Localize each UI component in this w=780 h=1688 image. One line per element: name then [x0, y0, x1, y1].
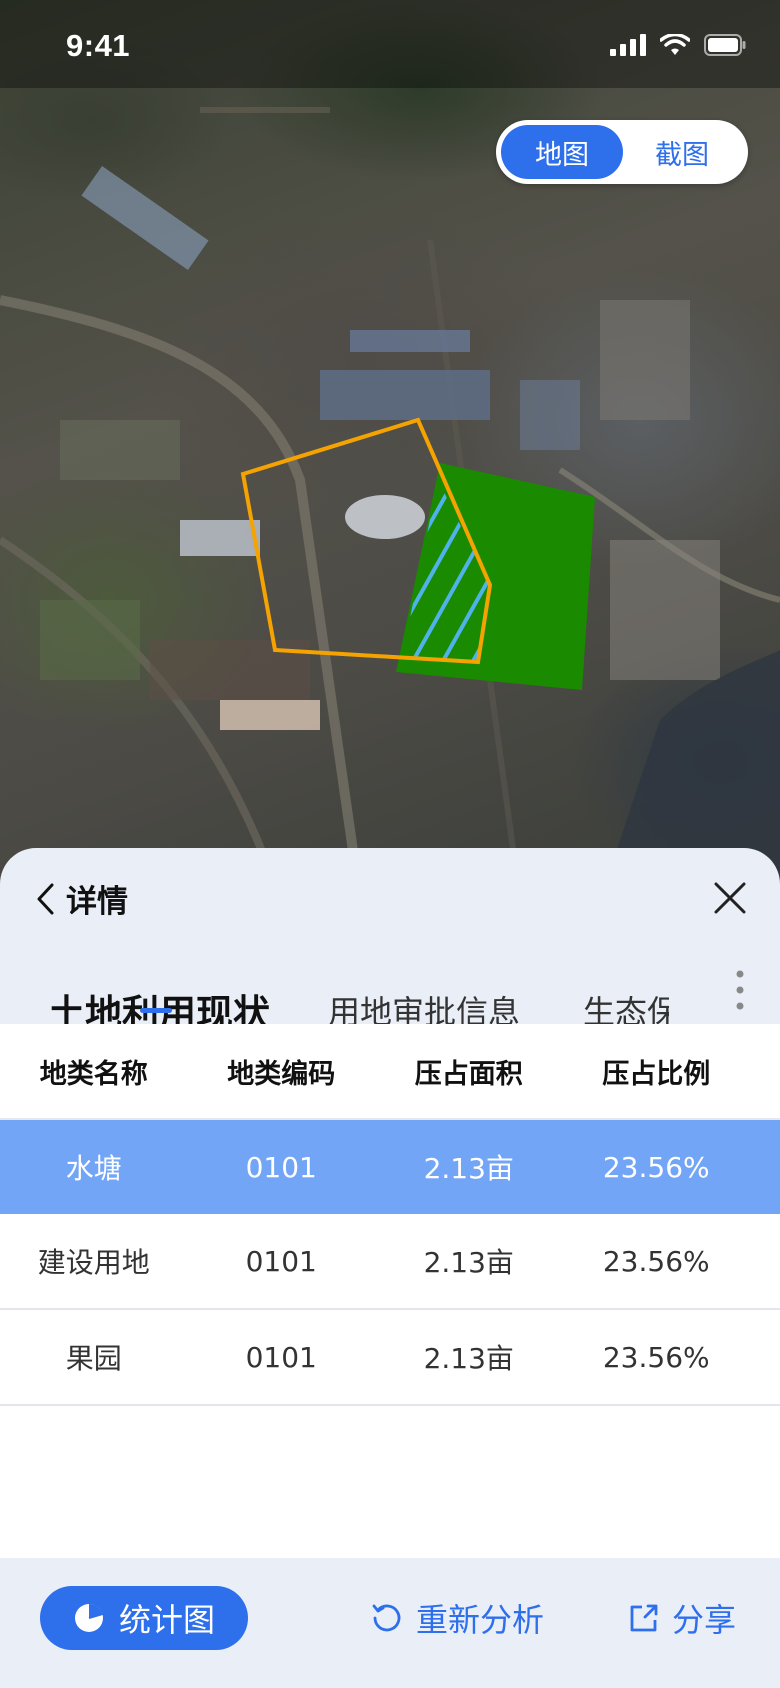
cell-occupied-ratio: 23.56%	[602, 1244, 710, 1278]
map-view-toggle: 地图 截图	[496, 120, 748, 184]
reanalyze-button[interactable]: 重新分析	[370, 1586, 544, 1650]
bottom-action-bar: 统计图 重新分析 分享	[0, 1558, 780, 1688]
table-empty-area	[0, 1408, 780, 1558]
cell-land-code: 0101	[245, 1244, 317, 1278]
cell-occupied-area: 2.13亩	[423, 1152, 514, 1185]
status-icons	[610, 34, 746, 56]
cell-land-type: 果园	[65, 1342, 122, 1375]
detail-sheet: 详情 土地利用现状 用地审批信息 生态保 地类名称 地类编码 压占面积 压占比例…	[0, 848, 780, 1688]
share-label: 分享	[672, 1601, 737, 1639]
statistics-chart-label: 统计图	[118, 1601, 215, 1639]
cell-occupied-ratio: 23.56%	[602, 1340, 710, 1374]
column-header: 压占面积	[414, 1058, 523, 1090]
table-header-row: 地类名称 地类编码 压占面积 压占比例	[0, 1024, 780, 1120]
status-bar: 9:41	[0, 0, 780, 88]
sheet-title: 详情	[66, 884, 128, 920]
cell-occupied-ratio: 23.56%	[602, 1150, 710, 1184]
satellite-map[interactable]: 9:41 地图 截图	[0, 0, 780, 900]
battery-icon	[704, 34, 746, 56]
status-time: 9:41	[66, 28, 131, 63]
cell-land-type: 水塘	[65, 1152, 122, 1185]
cell-land-code: 0101	[245, 1150, 317, 1184]
close-button[interactable]	[710, 878, 750, 918]
column-header: 地类名称	[39, 1058, 148, 1090]
column-header: 压占比例	[602, 1058, 711, 1090]
statistics-chart-button[interactable]: 统计图	[40, 1586, 248, 1650]
more-vertical-icon	[736, 970, 744, 1010]
column-header: 地类编码	[227, 1058, 336, 1090]
screenshot-toggle-button[interactable]: 截图	[621, 125, 743, 179]
table-row[interactable]: 建设用地 0101 2.13亩 23.56%	[0, 1214, 780, 1310]
land-parcel-polygon	[396, 463, 595, 690]
table-row-selected[interactable]: 水塘 0101 2.13亩 23.56%	[0, 1120, 780, 1214]
wifi-icon	[660, 34, 690, 55]
active-tab-indicator	[140, 1008, 172, 1013]
table-row[interactable]: 果园 0101 2.13亩 23.56%	[0, 1310, 780, 1406]
chevron-left-icon	[37, 883, 54, 914]
close-icon	[714, 882, 746, 914]
tabs-more-button[interactable]	[728, 966, 752, 1014]
signal-icon	[610, 34, 646, 56]
reanalyze-label: 重新分析	[416, 1601, 545, 1639]
pie-chart-icon	[74, 1603, 103, 1632]
app-root: 9:41 地图 截图 详情 土地利用现状 用地审批信息 生态保 地类名称 地类编…	[0, 0, 780, 1688]
share-button[interactable]: 分享	[628, 1586, 736, 1650]
land-use-table: 地类名称 地类编码 压占面积 压占比例 水塘 0101 2.13亩 23.56%…	[0, 1024, 780, 1408]
sheet-header: 详情	[0, 848, 780, 948]
cell-occupied-area: 2.13亩	[423, 1342, 514, 1375]
cell-land-code: 0101	[245, 1340, 317, 1374]
cell-occupied-area: 2.13亩	[423, 1246, 514, 1279]
share-icon	[630, 1604, 658, 1632]
cell-land-type: 建设用地	[37, 1246, 150, 1279]
back-button[interactable]: 详情	[34, 876, 128, 921]
refresh-icon	[372, 1604, 401, 1632]
map-toggle-button[interactable]: 地图	[501, 125, 623, 179]
